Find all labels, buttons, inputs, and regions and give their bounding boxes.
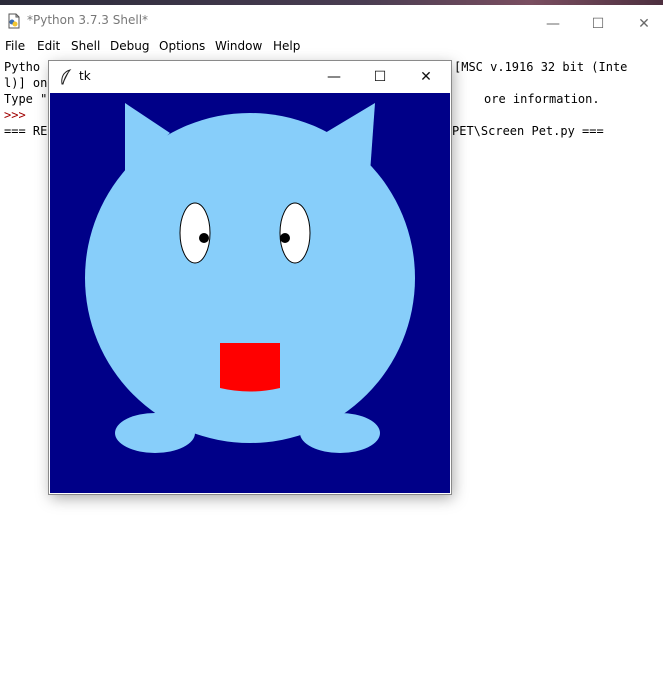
menu-options[interactable]: Options	[159, 39, 205, 53]
pet-mouth	[220, 343, 280, 392]
shell-line-5-right: PET\Screen Pet.py ===	[452, 124, 604, 138]
pet-right-pupil	[280, 233, 290, 243]
maximize-icon: ☐	[591, 16, 605, 32]
pet-left-pupil	[199, 233, 209, 243]
tk-title-bar[interactable]: tk — ☐ ✕	[49, 61, 451, 93]
menu-file[interactable]: File	[5, 39, 25, 53]
pet-right-eye	[279, 202, 311, 264]
menu-debug[interactable]: Debug	[110, 39, 149, 53]
menu-edit[interactable]: Edit	[37, 39, 60, 53]
shell-menu-bar: File Edit Shell Debug Options Window Hel…	[0, 36, 663, 56]
tk-canvas[interactable]	[50, 93, 450, 493]
menu-shell[interactable]: Shell	[71, 39, 100, 53]
tk-maximize-button[interactable]: ☐	[357, 63, 403, 91]
minimize-icon: —	[327, 69, 341, 85]
shell-window-title: *Python 3.7.3 Shell*	[27, 13, 149, 27]
shell-line-5-left: === RE	[4, 124, 48, 138]
idle-document-icon	[6, 13, 22, 29]
tk-window-title: tk	[79, 69, 91, 83]
close-icon: ✕	[638, 16, 650, 32]
tk-window: tk — ☐ ✕	[49, 61, 451, 494]
menu-help[interactable]: Help	[273, 39, 300, 53]
maximize-icon: ☐	[373, 69, 387, 85]
shell-close-button[interactable]: ✕	[621, 10, 663, 38]
feather-icon	[59, 69, 73, 85]
screen-pet-drawing	[50, 93, 450, 493]
minimize-icon: —	[546, 16, 560, 32]
shell-title-bar[interactable]: *Python 3.7.3 Shell* — ☐ ✕	[0, 5, 663, 35]
pet-body	[85, 113, 415, 443]
shell-minimize-button[interactable]: —	[530, 10, 576, 38]
shell-line-1-left: Pytho	[4, 60, 41, 74]
shell-line-3-left: Type "	[4, 92, 48, 106]
tk-close-button[interactable]: ✕	[403, 63, 449, 91]
pet-left-eye	[179, 202, 211, 264]
tk-minimize-button[interactable]: —	[311, 63, 357, 91]
shell-maximize-button[interactable]: ☐	[575, 10, 621, 38]
shell-line-2: l)] on	[4, 76, 48, 90]
shell-prompt: >>>	[4, 108, 26, 122]
shell-line-1-right: [MSC v.1916 32 bit (Inte	[454, 60, 628, 74]
shell-line-3-right: ore information.	[484, 92, 600, 106]
menu-window[interactable]: Window	[215, 39, 262, 53]
close-icon: ✕	[420, 69, 432, 85]
